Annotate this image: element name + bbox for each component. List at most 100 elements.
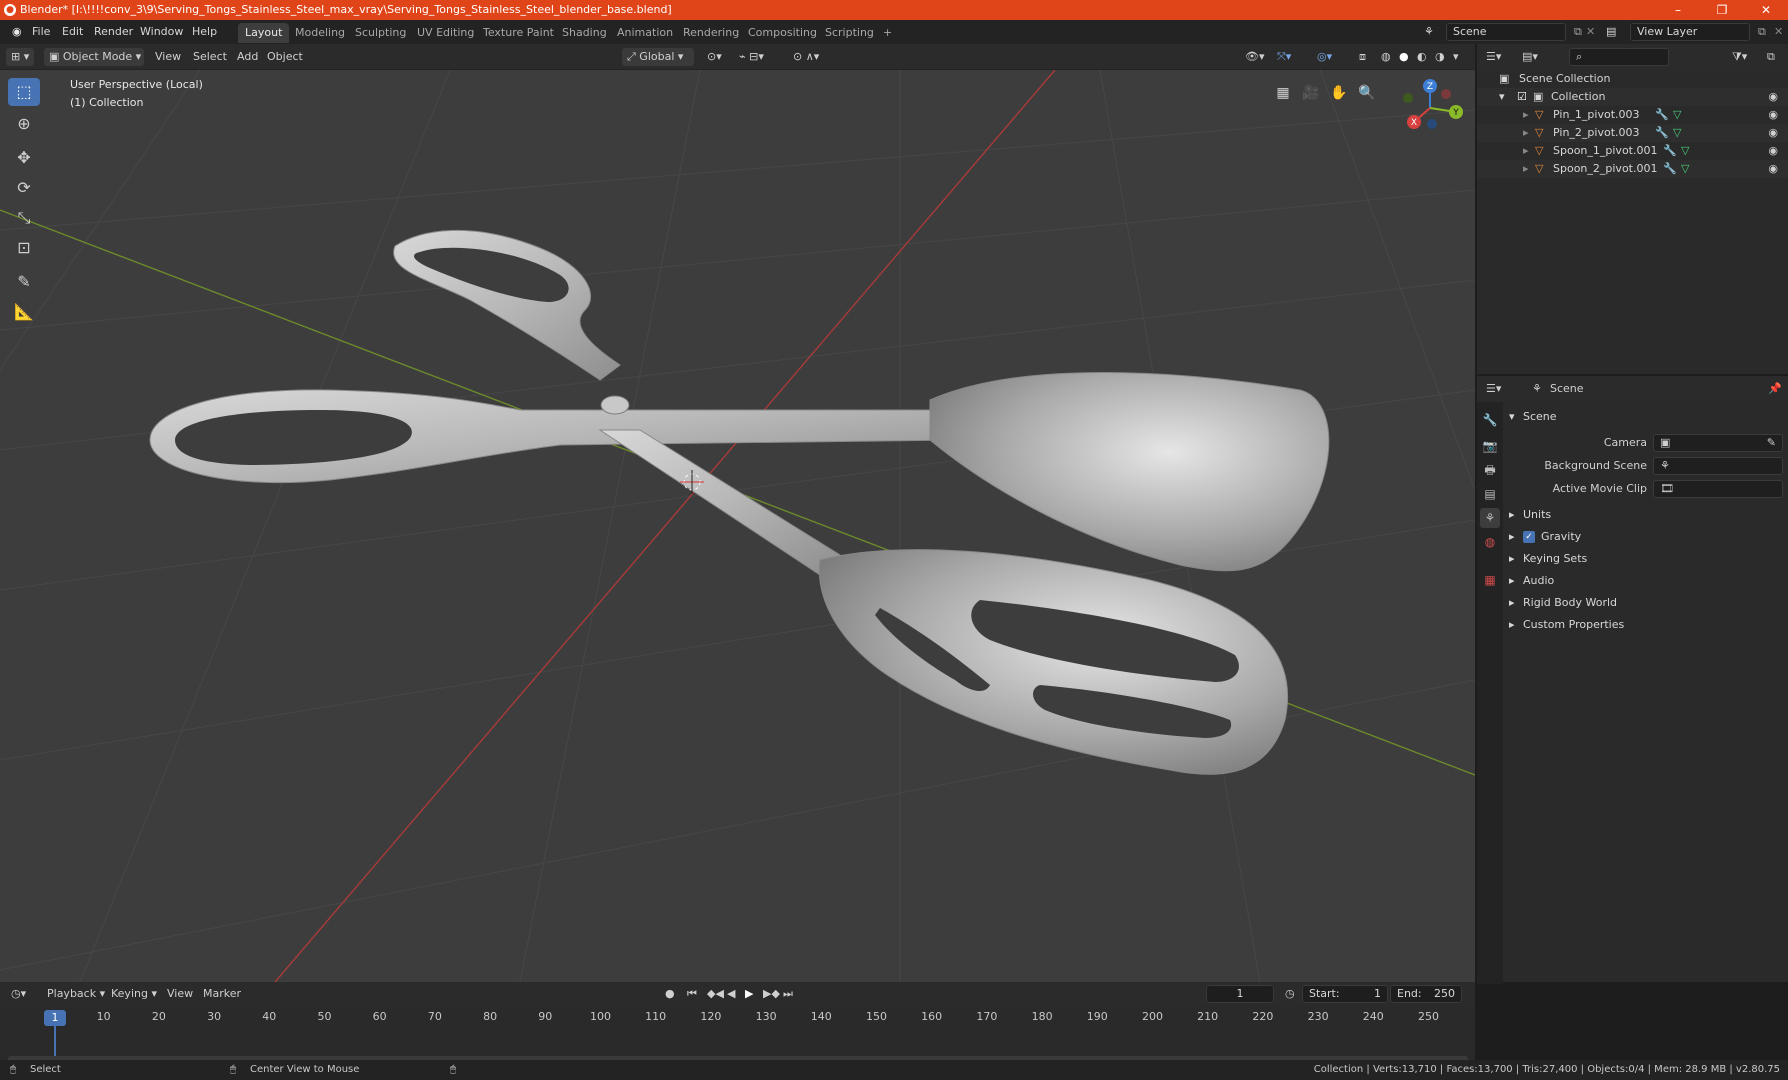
play-icon[interactable]: ▶ bbox=[740, 985, 758, 1003]
expand-arrow-icon[interactable]: ▸ bbox=[1523, 124, 1529, 142]
eye-icon[interactable]: ◉ bbox=[1768, 124, 1778, 142]
scene-field[interactable]: Scene bbox=[1446, 23, 1566, 41]
mesh-data-icon[interactable]: ▽ bbox=[1673, 124, 1681, 142]
keying-sets-panel[interactable]: ▸ Keying Sets bbox=[1505, 548, 1786, 570]
outliner-scene-collection[interactable]: ▣ Scene Collection bbox=[1477, 70, 1788, 88]
view-layer-field[interactable]: View Layer bbox=[1630, 23, 1750, 41]
record-icon[interactable]: ● bbox=[660, 985, 680, 1003]
transform-orientation[interactable]: ⤢ Global ▾ bbox=[622, 48, 694, 66]
editor-type-icon[interactable]: ⊞ ▾ bbox=[6, 48, 35, 66]
menu-view[interactable]: View bbox=[150, 48, 186, 66]
mesh-data-icon[interactable]: ▽ bbox=[1681, 160, 1689, 178]
preview-range-icon[interactable]: ◷ bbox=[1280, 985, 1300, 1003]
overlay-toggle-icon[interactable]: ◎▾ bbox=[1312, 48, 1337, 66]
eye-icon[interactable]: ◉ bbox=[1768, 142, 1778, 160]
scale-tool-icon[interactable]: ⤡ bbox=[8, 204, 40, 232]
menu-file[interactable]: File bbox=[26, 23, 56, 41]
3d-viewport[interactable]: User Perspective (Local) (1) Collection … bbox=[0, 70, 1475, 982]
expand-arrow-icon[interactable]: ▸ bbox=[1523, 106, 1529, 124]
modifier-icon[interactable]: 🔧 bbox=[1655, 124, 1669, 142]
expand-arrow-icon[interactable]: ▸ bbox=[1523, 142, 1529, 160]
snap-icon[interactable]: ⌁ ⊟▾ bbox=[734, 48, 769, 66]
timeline-editor-type-icon[interactable]: ◷▾ bbox=[6, 985, 31, 1003]
rigid-body-world-panel[interactable]: ▸ Rigid Body World bbox=[1505, 592, 1786, 614]
menu-help[interactable]: Help bbox=[186, 23, 223, 41]
move-tool-icon[interactable]: ✥ bbox=[8, 144, 40, 172]
tab-modeling[interactable]: Modeling bbox=[288, 23, 352, 43]
eye-icon[interactable]: ◉ bbox=[1768, 88, 1778, 106]
xray-icon[interactable]: ⧈ bbox=[1354, 48, 1371, 66]
material-shading-icon[interactable]: ◐ bbox=[1412, 48, 1432, 66]
rendered-shading-icon[interactable]: ◑ bbox=[1430, 48, 1450, 66]
expand-arrow-icon[interactable]: ▸ bbox=[1523, 160, 1529, 178]
display-mode-icon[interactable]: ▤▾ bbox=[1517, 48, 1543, 66]
collection-checkbox-icon[interactable]: ☑ bbox=[1517, 88, 1527, 106]
eye-icon[interactable]: ◉ bbox=[1768, 160, 1778, 178]
pin-icon[interactable]: 📌 bbox=[1763, 380, 1787, 398]
add-workspace-button[interactable]: + bbox=[876, 23, 899, 43]
delete-view-layer-icon[interactable]: ✕ bbox=[1768, 23, 1788, 41]
background-scene-field[interactable]: ⚘ bbox=[1653, 457, 1783, 475]
menu-add[interactable]: Add bbox=[232, 48, 263, 66]
tab-compositing[interactable]: Compositing bbox=[741, 23, 824, 43]
properties-editor-type-icon[interactable]: ☰▾ bbox=[1481, 380, 1506, 398]
outliner-item[interactable]: ▸ ▽ Pin_2_pivot.003 🔧 ▽ ◉ bbox=[1477, 124, 1788, 142]
pivot-icon[interactable]: ⊙▾ bbox=[702, 48, 727, 66]
toggle-ortho-icon[interactable]: ▦ bbox=[1270, 80, 1296, 106]
navigation-gizmo[interactable]: Z Y X bbox=[1400, 78, 1470, 138]
camera-field[interactable]: ▣ ✎ bbox=[1653, 434, 1783, 452]
eye-icon[interactable]: ◉ bbox=[1768, 106, 1778, 124]
maximize-button[interactable]: ❐ bbox=[1700, 0, 1744, 20]
play-reverse-icon[interactable]: ◀ bbox=[722, 985, 740, 1003]
render-tab-icon[interactable]: 📷 bbox=[1480, 436, 1500, 456]
new-collection-icon[interactable]: ⧉ bbox=[1762, 48, 1780, 66]
solid-shading-icon[interactable]: ● bbox=[1394, 48, 1414, 66]
outliner-item[interactable]: ▸ ▽ Pin_1_pivot.003 🔧 ▽ ◉ bbox=[1477, 106, 1788, 124]
menu-render[interactable]: Render bbox=[88, 23, 139, 41]
modifier-icon[interactable]: 🔧 bbox=[1663, 142, 1677, 160]
tab-sculpting[interactable]: Sculpting bbox=[348, 23, 413, 43]
gravity-checkbox[interactable]: ✓ bbox=[1523, 531, 1535, 543]
output-tab-icon[interactable]: 🖶 bbox=[1480, 460, 1500, 480]
gravity-panel[interactable]: ▸ ✓ Gravity bbox=[1505, 526, 1786, 548]
audio-panel[interactable]: ▸ Audio bbox=[1505, 570, 1786, 592]
tab-animation[interactable]: Animation bbox=[610, 23, 680, 43]
select-box-tool-icon[interactable]: ⬚ bbox=[8, 78, 40, 106]
mode-selector[interactable]: ▣ Object Mode ▾ bbox=[44, 48, 144, 66]
tab-texture-paint[interactable]: Texture Paint bbox=[476, 23, 561, 43]
mesh-data-icon[interactable]: ▽ bbox=[1673, 106, 1681, 124]
texture-tab-icon[interactable]: ▦ bbox=[1480, 570, 1500, 590]
measure-tool-icon[interactable]: 📐 bbox=[8, 298, 40, 326]
rotate-tool-icon[interactable]: ⟳ bbox=[8, 174, 40, 202]
marker-menu[interactable]: Marker bbox=[198, 985, 246, 1003]
tab-rendering[interactable]: Rendering bbox=[676, 23, 746, 43]
menu-edit[interactable]: Edit bbox=[56, 23, 89, 41]
delete-scene-icon[interactable]: ✕ bbox=[1580, 23, 1601, 41]
proportional-edit-icon[interactable]: ⊙ ∧▾ bbox=[788, 48, 824, 66]
zoom-view-icon[interactable]: 🔍 bbox=[1354, 80, 1380, 106]
annotate-tool-icon[interactable]: ✎ bbox=[8, 268, 40, 296]
shading-options-icon[interactable]: ▾ bbox=[1448, 48, 1464, 66]
playback-menu[interactable]: Playback ▾ bbox=[42, 985, 110, 1003]
start-frame-field[interactable]: Start: 1 bbox=[1302, 985, 1388, 1003]
wireframe-shading-icon[interactable]: ◍ bbox=[1376, 48, 1396, 66]
modifier-icon[interactable]: 🔧 bbox=[1655, 106, 1669, 124]
blender-menu-icon[interactable]: ◉ bbox=[6, 23, 28, 41]
scene-selector-icon[interactable]: ⚘ bbox=[1418, 23, 1440, 41]
menu-object[interactable]: Object bbox=[262, 48, 308, 66]
scene-tab-icon[interactable]: ⚘ bbox=[1480, 508, 1500, 528]
scene-section-header[interactable]: ▾ Scene bbox=[1505, 406, 1786, 428]
minimize-button[interactable]: – bbox=[1656, 0, 1700, 20]
tab-uv-editing[interactable]: UV Editing bbox=[410, 23, 481, 43]
jump-end-icon[interactable]: ⏭ bbox=[778, 985, 798, 1003]
close-button[interactable]: ✕ bbox=[1744, 0, 1788, 20]
eyedropper-icon[interactable]: ✎ bbox=[1767, 435, 1776, 451]
modifier-icon[interactable]: 🔧 bbox=[1663, 160, 1677, 178]
view-layer-icon[interactable]: ▤ bbox=[1600, 23, 1622, 41]
visibility-icon[interactable]: 👁▾ bbox=[1240, 48, 1270, 66]
menu-select[interactable]: Select bbox=[188, 48, 232, 66]
jump-start-icon[interactable]: ⏮ bbox=[682, 985, 702, 1003]
mesh-data-icon[interactable]: ▽ bbox=[1681, 142, 1689, 160]
world-tab-icon[interactable]: ◍ bbox=[1480, 532, 1500, 552]
transform-tool-icon[interactable]: ⊡ bbox=[8, 234, 40, 262]
